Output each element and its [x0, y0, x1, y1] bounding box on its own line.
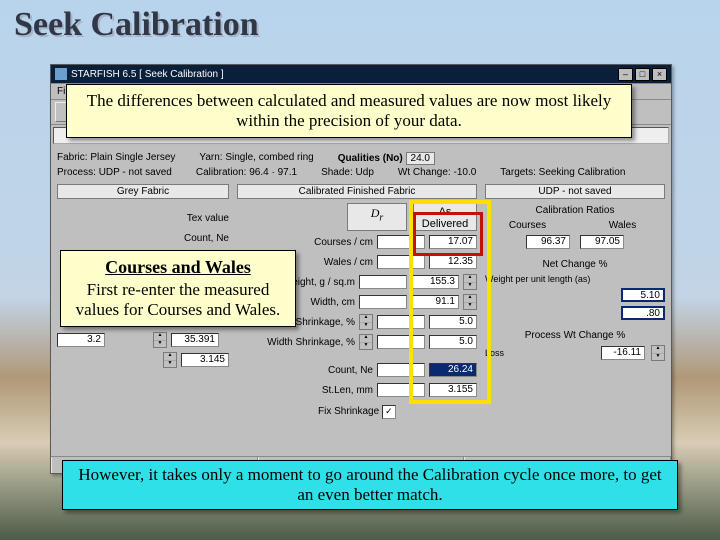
minimize-button[interactable]: –	[618, 68, 633, 81]
weight-calc[interactable]	[359, 275, 407, 289]
stlen-mid-label: St.Len, mm	[237, 385, 373, 396]
tex-label: Tex value	[57, 213, 229, 224]
sl2-value[interactable]: 3.145	[181, 353, 229, 367]
fix-shrinkage-checkbox[interactable]: ✓	[382, 405, 396, 419]
callout-bottom: However, it takes only a moment to go ar…	[62, 460, 678, 510]
loss-value[interactable]: -16.11	[601, 346, 645, 360]
ratios-wales-label: Wales	[580, 220, 665, 231]
yarn-value: Single, combed ring	[225, 152, 313, 163]
qualities-value[interactable]: 24.0	[406, 152, 435, 165]
targets-value: Seeking Calibration	[539, 167, 626, 178]
spinner[interactable]: ▲▼	[359, 334, 373, 350]
process-value: UDP - not saved	[99, 167, 172, 178]
slide-title: Seek Calibration	[14, 6, 259, 44]
spinner[interactable]: ▲▼	[153, 332, 167, 348]
callout-left: Courses and Wales First re-enter the mea…	[60, 250, 296, 327]
targets-label: Targets:	[500, 167, 536, 178]
calib-label: Calibration:	[196, 167, 247, 178]
spinner[interactable]: ▲▼	[163, 352, 177, 368]
callout-top: The differences between calculated and m…	[66, 84, 632, 138]
calibrated-finished-header: Calibrated Finished Fabric	[237, 184, 477, 199]
countne-label: Count, Ne	[237, 365, 373, 376]
stl-value[interactable]: 3.2	[57, 333, 105, 347]
fabric-label: Fabric:	[57, 152, 88, 163]
yarn-label: Yarn:	[199, 152, 222, 163]
loss-label: Loss	[485, 348, 595, 358]
callout-left-body: First re-enter the measured values for C…	[73, 280, 283, 320]
udp-header: UDP - not saved	[485, 184, 665, 199]
net-top-label: Weight per unit length (as)	[485, 274, 665, 284]
net-row1-value[interactable]: 5.10	[621, 288, 665, 302]
ratios-courses-label: Courses	[485, 220, 570, 231]
callout-left-heading: Courses and Wales	[73, 257, 283, 278]
app-icon	[55, 68, 67, 80]
meta-row: Fabric: Plain Single Jersey Yarn: Single…	[57, 152, 665, 165]
close-button[interactable]: ×	[652, 68, 667, 81]
wtchange-value: -10.0	[454, 167, 477, 178]
courses-label: Courses / cm	[237, 237, 373, 248]
maximize-button[interactable]: □	[635, 68, 650, 81]
meta-row: Process: UDP - not saved Calibration: 96…	[57, 167, 665, 178]
qualities-label: Qualities (No)	[338, 153, 403, 164]
process-label: Process:	[57, 167, 96, 178]
ratios-wales-value[interactable]: 97.05	[580, 235, 624, 249]
wtchange-label: Wt Change:	[398, 167, 451, 178]
as-calculated-header: Dr	[347, 203, 407, 231]
calibration-ratios-header: Calibration Ratios	[485, 205, 665, 216]
shade-label: Shade:	[321, 167, 353, 178]
window-title-bar: STARFISH 6.5 [ Seek Calibration ] – □ ×	[51, 65, 671, 84]
fix-shrinkage-row: Fix Shrinkage ✓	[237, 405, 477, 419]
grey-fabric-header: Grey Fabric	[57, 184, 229, 199]
process-wt-change-header: Process Wt Change %	[485, 330, 665, 341]
net-change-header: Net Change %	[485, 259, 665, 270]
sl1-value[interactable]: 35.391	[171, 333, 219, 347]
count-label: Count, Ne	[57, 233, 229, 244]
net-row2-value[interactable]: .80	[621, 306, 665, 320]
width-calc[interactable]	[359, 295, 407, 309]
ratios-courses-value[interactable]: 96.37	[526, 235, 570, 249]
fabric-value: Plain Single Jersey	[90, 152, 175, 163]
shade-value: Udp	[356, 167, 374, 178]
fix-shrinkage-label: Fix Shrinkage	[318, 406, 379, 417]
wshrink-label: Width Shrinkage, %	[237, 337, 355, 348]
spinner[interactable]: ▲▼	[651, 345, 665, 361]
highlight-red	[413, 212, 483, 256]
spinner[interactable]: ▲▼	[359, 314, 373, 330]
window-title: STARFISH 6.5 [ Seek Calibration ]	[71, 69, 616, 80]
calib-value: 96.4 · 97.1	[249, 167, 297, 178]
udp-panel: UDP - not saved Calibration Ratios Cours…	[485, 184, 665, 419]
